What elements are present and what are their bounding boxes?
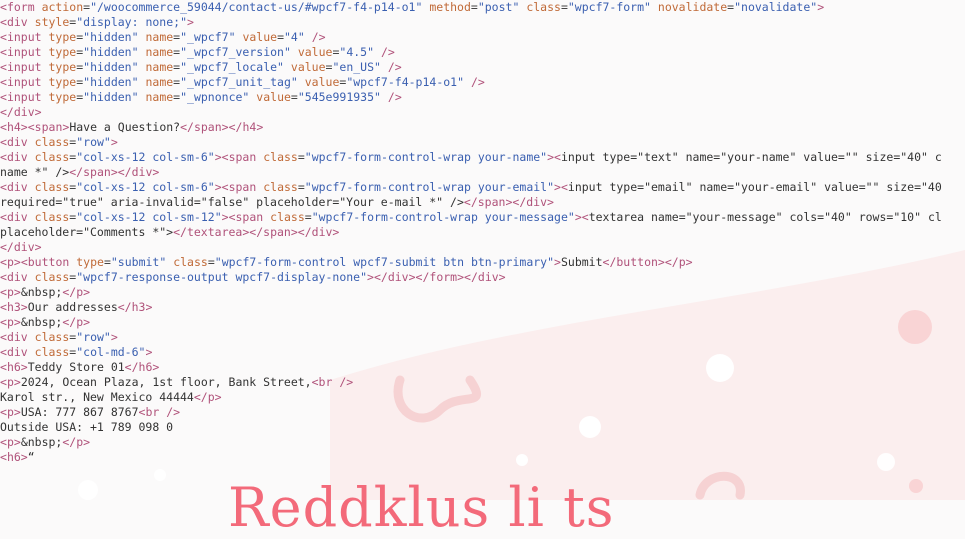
code-line: <p>&nbsp;</p>	[0, 435, 91, 449]
code-line: <div class="col-md-6">	[0, 345, 153, 359]
code-line: <form action="/woocommerce_59044/contact…	[0, 0, 825, 14]
page-heading-partial: Reddklus li ts	[228, 476, 615, 539]
code-line: placeholder="Comments *"></textarea></sp…	[0, 225, 340, 239]
code-line: <input type="hidden" name="_wpcf7_versio…	[0, 45, 395, 59]
code-line: required="true" aria-invalid="false" pla…	[0, 195, 554, 209]
decor-dot	[154, 469, 166, 481]
code-line: <input type="hidden" name="_wpcf7_unit_t…	[0, 75, 485, 89]
code-line: <div class="col-xs-12 col-sm-6"><span cl…	[0, 150, 942, 164]
code-line: <div class="col-xs-12 col-sm-6"><span cl…	[0, 180, 942, 194]
decor-dot	[909, 479, 923, 493]
code-line: <p>&nbsp;</p>	[0, 285, 91, 299]
code-line: <input type="hidden" name="_wpnonce" val…	[0, 90, 402, 104]
code-line: <div class="col-xs-12 col-sm-12"><span c…	[0, 210, 942, 224]
code-line: <p>&nbsp;</p>	[0, 315, 91, 329]
code-line: <input type="hidden" name="_wpcf7" value…	[0, 30, 326, 44]
code-line: name *" /></span></div>	[0, 165, 160, 179]
code-line: <h4><span>Have a Question?</span></h4>	[0, 120, 264, 134]
code-line: </div>	[0, 240, 42, 254]
code-line: <h6>“	[0, 450, 35, 464]
code-line: <h3>Our addresses</h3>	[0, 300, 153, 314]
code-line: <div style="display: none;">	[0, 15, 194, 29]
code-line: <input type="hidden" name="_wpcf7_locale…	[0, 60, 402, 74]
code-line: </div>	[0, 105, 42, 119]
code-line: <h6>Teddy Store 01</h6>	[0, 360, 160, 374]
code-line: <div class="wpcf7-response-output wpcf7-…	[0, 270, 506, 284]
code-line: Outside USA: +1 789 098 0	[0, 420, 174, 434]
code-line: <div class="row">	[0, 135, 118, 149]
decor-dot	[78, 480, 98, 500]
code-line: <p><button type="submit" class="wpcf7-fo…	[0, 255, 693, 269]
code-line: <div class="row">	[0, 330, 118, 344]
source-code-view: <form action="/woocommerce_59044/contact…	[0, 0, 965, 465]
code-line: Karol str., New Mexico 44444</p>	[0, 390, 222, 404]
code-line: <p>USA: 777 867 8767<br />	[0, 405, 181, 419]
code-line: <p>2024, Ocean Plaza, 1st floor, Bank St…	[0, 375, 354, 389]
